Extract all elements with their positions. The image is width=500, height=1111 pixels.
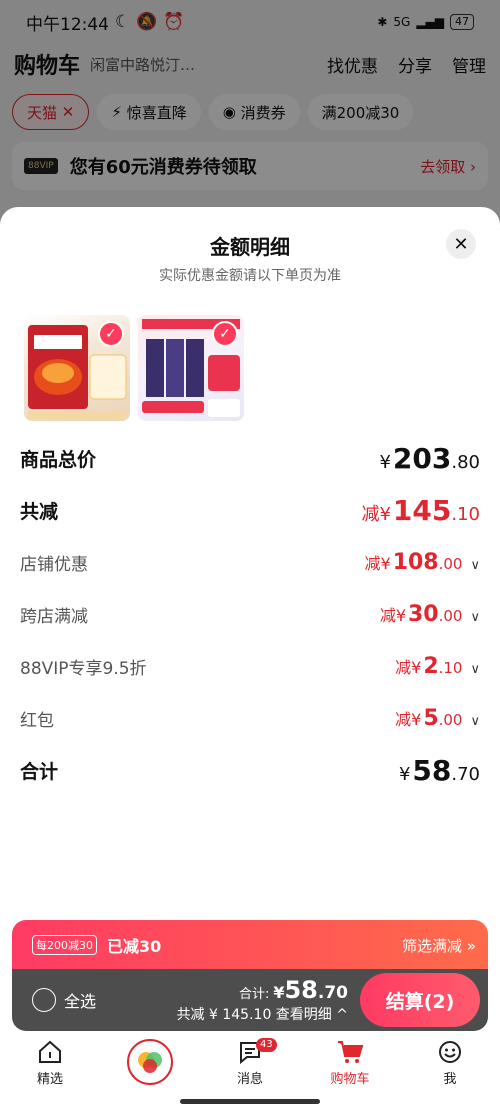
home-indicator [180,1099,320,1104]
tab-featured[interactable]: 精选 [0,1032,100,1092]
total-amount: 58 [284,976,318,1004]
total-label: 合计: [238,987,270,1002]
close-button[interactable]: ✕ [446,229,476,259]
amount-rows: 商品总价 ¥203.80 共减 减¥ 145.10 店铺优惠 减¥ 108.00 ∨ … [0,432,500,796]
close-icon: ✕ [453,233,469,255]
select-all-label[interactable]: 全选 [64,988,96,1012]
sheet-subtitle: 实际优惠金额请以下单页为准 [159,268,341,284]
checked-icon: ✓ [98,321,124,347]
row-cross-store[interactable]: 跨店满减 减¥ 30.00 ∨ [0,588,500,640]
amount: ¥58.70 [398,753,480,787]
row-red-packet[interactable]: 红包 减¥ 5.00 ∨ [0,692,500,744]
row-store-discount[interactable]: 店铺优惠 减¥ 108.00 ∨ [0,536,500,588]
tab-messages[interactable]: 43 消息 [200,1032,300,1092]
checkout-bar: 全选 合计: ¥58.70 共减 ¥ 145.10 查看明细 ^ 结算(2) [12,969,488,1031]
totals: 合计: ¥58.70 共减 ¥ 145.10 查看明细 ^ [176,976,348,1024]
amount: 减¥ 2.10 ∨ [395,653,480,679]
profile-icon [436,1038,464,1066]
filter-discount-link[interactable]: 筛选满减 » [402,935,476,956]
chevron-down-icon: ∨ [470,609,480,625]
tab-bar: 精选 43 消息 购物车 我 [0,1032,500,1092]
chevron-down-icon: ∨ [470,661,480,677]
app-logo-icon [127,1039,173,1085]
amount: 减¥ 5.00 ∨ [395,705,480,731]
row-vip-discount[interactable]: 88VIP专享9.5折 减¥ 2.10 ∨ [0,640,500,692]
amount: 减¥ 30.00 ∨ [379,601,480,627]
home-icon [36,1038,64,1066]
amount: ¥203.80 [379,441,480,475]
sheet-title: 金额明细 [210,235,290,259]
select-all-checkbox[interactable] [32,988,56,1012]
promo-text: 已减30 [107,937,162,956]
chevron-down-icon: ∨ [470,713,480,729]
promo-tag: 每200减30 [32,935,97,955]
tab-profile[interactable]: 我 [400,1032,500,1092]
view-details-link[interactable]: 共减 ¥ 145.10 查看明细 ^ [177,1004,348,1024]
row-total-price: 商品总价 ¥203.80 [20,441,480,475]
product-thumbnails: ✓ ✓ [24,315,244,421]
amount: 减¥ 108.00 ∨ [364,549,481,575]
checked-icon: ✓ [212,321,238,347]
row-grand-total: 合计 ¥58.70 [20,753,480,787]
product-thumbnail[interactable]: ✓ [138,315,244,421]
tab-app-logo[interactable] [100,1032,200,1092]
row-total-reduced: 共减 减¥ 145.10 [20,493,480,527]
amount: 减¥ 145.10 [361,493,480,527]
promo-bar: 每200减30 已减30 筛选满减 » [12,920,488,970]
cart-icon [336,1038,364,1066]
product-thumbnail[interactable]: ✓ [24,315,130,421]
chevron-down-icon: ∨ [470,557,480,573]
tab-cart[interactable]: 购物车 [300,1032,400,1092]
message-badge: 43 [256,1038,277,1052]
checkout-button[interactable]: 结算(2) [360,973,480,1027]
